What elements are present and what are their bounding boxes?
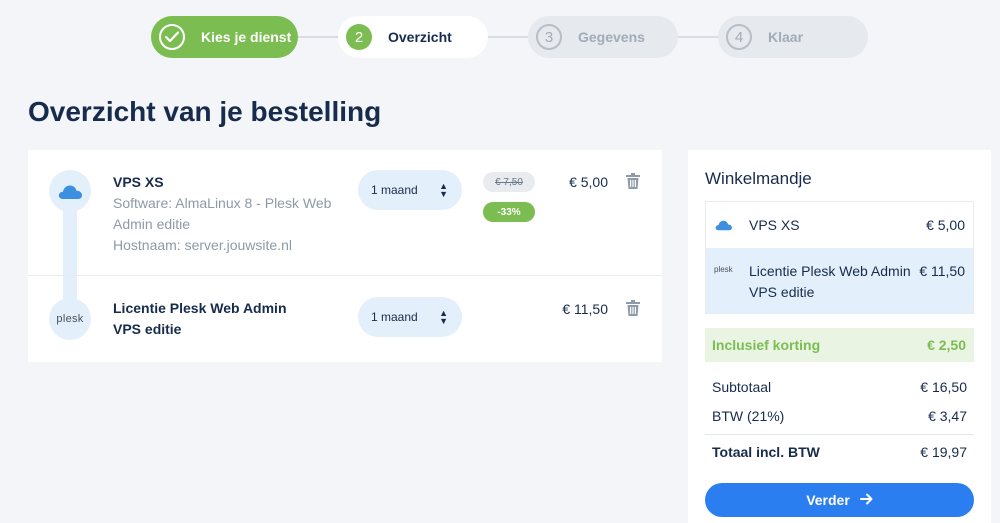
- step-klaar: 4 Klaar: [718, 16, 868, 58]
- total-row: Totaal incl. BTW € 19,97: [712, 444, 967, 460]
- cart-line: plesk Licentie Plesk Web Admin VPS editi…: [706, 248, 973, 313]
- total-value: € 19,97: [920, 444, 967, 460]
- vat-value: € 3,47: [928, 408, 967, 424]
- cart-line-price: € 5,00: [926, 217, 965, 233]
- divider: [705, 434, 974, 435]
- step-label: Gegevens: [578, 29, 645, 45]
- vat-label: BTW (21%): [712, 408, 785, 424]
- step-number: 2: [346, 24, 372, 50]
- order-item-vps: VPS XS Software: AlmaLinux 8 - Plesk Web…: [28, 150, 662, 276]
- next-button-label: Verder: [806, 492, 850, 508]
- order-items-card: VPS XS Software: AlmaLinux 8 - Plesk Web…: [28, 150, 662, 362]
- subtotal-row: Subtotaal € 16,50: [712, 379, 967, 395]
- step-overzicht: 2 Overzicht: [338, 16, 488, 58]
- cart-title: Winkelmandje: [705, 169, 812, 188]
- trash-icon[interactable]: [626, 173, 640, 189]
- next-button[interactable]: Verder: [705, 483, 974, 517]
- old-price: € 7,50: [483, 172, 535, 192]
- item-title: VPS XS: [113, 174, 164, 190]
- checkmark-icon: [159, 24, 185, 50]
- item-price: € 11,50: [562, 301, 608, 317]
- item-details: Software: AlmaLinux 8 - Plesk Web Admin …: [113, 193, 338, 256]
- item-title: Licentie Plesk Web Admin VPS editie: [113, 300, 287, 337]
- period-select[interactable]: 1 maand ▲ ▼: [358, 170, 462, 210]
- item-price: € 5,00: [569, 174, 608, 190]
- sort-arrows-icon: ▲ ▼: [439, 181, 448, 199]
- discount-row: Inclusief korting € 2,50: [705, 328, 974, 362]
- vat-row: BTW (21%) € 3,47: [712, 408, 967, 424]
- plesk-logo: plesk: [714, 265, 733, 274]
- shopping-cart: Winkelmandje VPS XS € 5,00 plesk Licenti…: [688, 150, 991, 523]
- subtotal-value: € 16,50: [920, 379, 967, 395]
- period-select[interactable]: 1 maand ▲ ▼: [358, 297, 462, 337]
- period-value: 1 maand: [371, 183, 418, 197]
- discount-label: Inclusief korting: [712, 337, 821, 353]
- step-gegevens: 3 Gegevens: [528, 16, 678, 58]
- trash-icon[interactable]: [626, 300, 640, 316]
- sort-arrows-icon: ▲ ▼: [439, 308, 448, 326]
- subtotal-label: Subtotaal: [712, 379, 772, 395]
- cart-line: VPS XS € 5,00: [706, 202, 973, 248]
- page-title: Overzicht van je bestelling: [28, 96, 382, 127]
- period-value: 1 maand: [371, 310, 418, 324]
- plesk-logo-text: plesk: [56, 313, 84, 325]
- step-kies-je-dienst[interactable]: Kies je dienst: [151, 16, 298, 58]
- cloud-icon: [714, 218, 733, 236]
- plesk-logo: plesk: [49, 298, 91, 340]
- step-number: 4: [726, 24, 752, 50]
- step-label: Kies je dienst: [201, 29, 292, 45]
- step-label: Klaar: [768, 29, 804, 45]
- item-hostname: Hostnaam: server.jouwsite.nl: [113, 237, 292, 253]
- arrow-right-icon: [859, 492, 873, 509]
- discount-value: € 2,50: [927, 337, 966, 353]
- cloud-icon: [49, 170, 91, 212]
- cart-lines: VPS XS € 5,00 plesk Licentie Plesk Web A…: [705, 201, 974, 314]
- item-software: Software: AlmaLinux 8 - Plesk Web Admin …: [113, 195, 332, 232]
- discount-badge: -33%: [483, 202, 535, 222]
- checkout-stepper: Kies je dienst 2 Overzicht 3 Gegevens 4 …: [151, 16, 871, 58]
- cart-line-name: Licentie Plesk Web Admin VPS editie: [749, 263, 911, 300]
- step-number: 3: [536, 24, 562, 50]
- total-label: Totaal incl. BTW: [712, 444, 820, 460]
- order-item-plesk: plesk Licentie Plesk Web Admin VPS editi…: [28, 276, 662, 362]
- cart-line-price: € 11,50: [919, 263, 965, 279]
- step-label: Overzicht: [388, 29, 452, 45]
- cart-line-name: VPS XS: [749, 217, 800, 233]
